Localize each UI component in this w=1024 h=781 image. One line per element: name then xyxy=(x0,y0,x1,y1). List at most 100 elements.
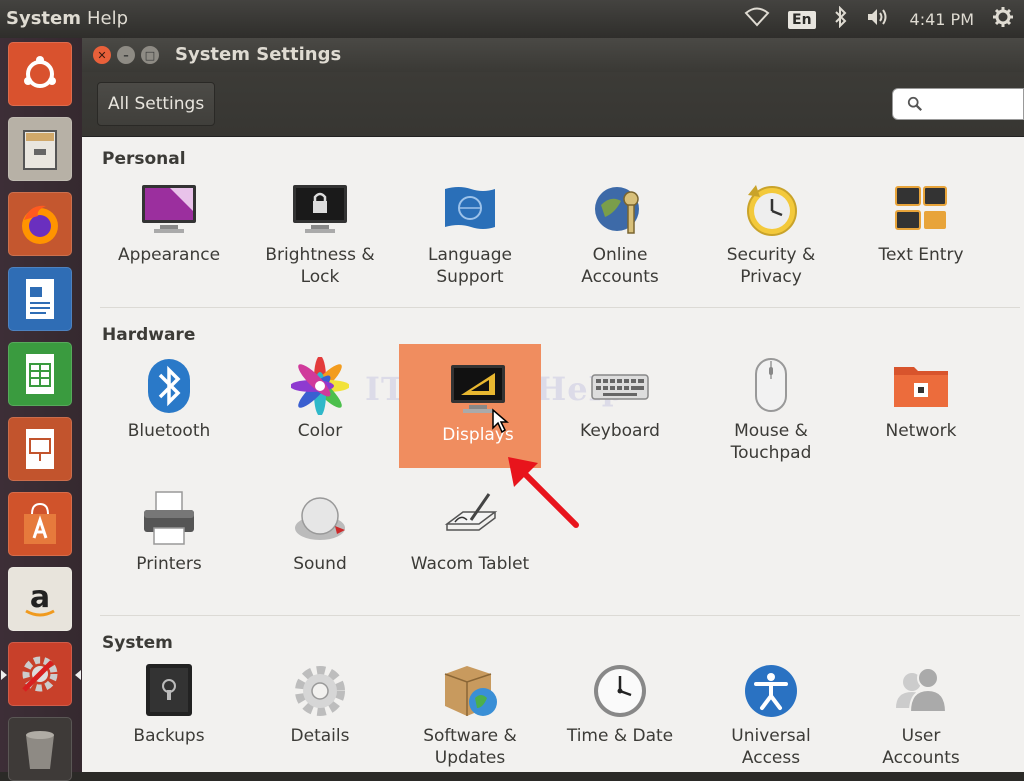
all-settings-button[interactable]: All Settings xyxy=(97,82,216,126)
item-label: Security & Privacy xyxy=(726,245,816,287)
gear-icon[interactable] xyxy=(992,6,1014,33)
ubuntu-logo-icon xyxy=(24,56,56,88)
firefox-icon xyxy=(22,205,58,244)
launcher-amazon-button[interactable]: a xyxy=(8,567,72,631)
volume-icon[interactable] xyxy=(866,7,892,32)
language-indicator[interactable]: En xyxy=(788,10,816,29)
presentation-icon xyxy=(26,429,54,469)
menu-help[interactable]: Help xyxy=(87,8,128,29)
item-time-date[interactable]: Time & Date xyxy=(545,661,695,781)
section-title-system: System xyxy=(102,633,173,653)
settings-wrench-icon xyxy=(22,656,58,692)
launcher-calc-button[interactable] xyxy=(8,342,72,406)
toolbar: All Settings xyxy=(82,72,1024,137)
item-bluetooth[interactable]: Bluetooth xyxy=(94,356,244,476)
launcher-system-settings-button[interactable] xyxy=(1,642,81,706)
app-menu: System Help xyxy=(6,8,128,29)
item-label: Appearance xyxy=(117,245,221,265)
section-title-hardware: Hardware xyxy=(102,325,196,345)
launcher-software-center-button[interactable] xyxy=(8,492,72,556)
launcher-writer-button[interactable] xyxy=(8,267,72,331)
section-title-personal: Personal xyxy=(102,149,186,169)
item-label: Keyboard xyxy=(580,421,660,441)
item-printers[interactable]: Printers xyxy=(94,489,244,609)
item-brightness-lock[interactable]: Brightness & Lock xyxy=(245,180,395,300)
item-software-updates[interactable]: Software & Updates xyxy=(395,661,545,781)
item-label: Brightness & Lock xyxy=(265,245,375,287)
item-label: Universal Access xyxy=(731,726,811,768)
keyboard-icon xyxy=(590,356,650,416)
item-label: Mouse & Touchpad xyxy=(730,421,812,463)
writer-document-icon xyxy=(26,279,54,319)
section-divider xyxy=(100,615,1020,616)
item-color[interactable]: Color xyxy=(245,356,395,476)
users-icon xyxy=(891,661,951,721)
spreadsheet-icon xyxy=(26,354,54,394)
online-accounts-icon xyxy=(590,180,650,240)
item-details[interactable]: Details xyxy=(245,661,395,781)
item-label: Language Support xyxy=(428,245,512,287)
maximize-icon: □ xyxy=(144,48,156,62)
minimize-icon: – xyxy=(123,48,129,62)
launcher-impress-button[interactable] xyxy=(8,417,72,481)
clock[interactable]: 4:41 PM xyxy=(910,10,974,29)
minimize-button[interactable]: – xyxy=(117,46,135,64)
item-label: Details xyxy=(290,726,350,746)
search-input[interactable] xyxy=(929,95,1023,113)
mouse-icon xyxy=(741,356,801,416)
search-box[interactable] xyxy=(892,88,1024,120)
wifi-icon[interactable] xyxy=(744,7,770,32)
settings-content: IT Blogs Help Personal Appearance Bright… xyxy=(82,137,1024,772)
item-universal-access[interactable]: Universal Access xyxy=(696,661,846,781)
item-label: Printers xyxy=(136,554,202,574)
svg-text:a: a xyxy=(30,580,50,615)
lock-icon xyxy=(290,180,350,240)
accessibility-icon xyxy=(741,661,801,721)
item-label: Backups xyxy=(133,726,205,746)
launcher-trash-button[interactable] xyxy=(8,717,72,781)
tablet-icon xyxy=(440,489,500,549)
close-button[interactable]: ✕ xyxy=(93,46,111,64)
network-icon xyxy=(891,356,951,416)
gear-icon xyxy=(290,661,350,721)
system-settings-window: ✕ – □ System Settings All Settings IT Bl… xyxy=(82,38,1024,772)
clock-icon xyxy=(590,661,650,721)
package-icon xyxy=(440,661,500,721)
appearance-icon xyxy=(139,180,199,240)
item-label: Online Accounts xyxy=(581,245,659,287)
item-label: Text Entry xyxy=(878,245,964,265)
bluetooth-icon[interactable] xyxy=(834,5,848,33)
item-label: Bluetooth xyxy=(127,421,211,441)
item-appearance[interactable]: Appearance xyxy=(94,180,244,300)
item-label: Wacom Tablet xyxy=(410,554,530,574)
item-backups[interactable]: Backups xyxy=(94,661,244,781)
item-network[interactable]: Network xyxy=(846,356,996,476)
item-label: Displays xyxy=(442,425,514,445)
maximize-button[interactable]: □ xyxy=(141,46,159,64)
trash-icon xyxy=(26,731,54,769)
item-sound[interactable]: Sound xyxy=(245,489,395,609)
security-icon xyxy=(741,180,801,240)
item-label: Sound xyxy=(293,554,347,574)
title-bar: ✕ – □ System Settings xyxy=(82,38,1024,72)
launcher: a xyxy=(0,38,82,781)
launcher-files-button[interactable] xyxy=(8,117,72,181)
item-label: User Accounts xyxy=(882,726,960,768)
item-language-support[interactable]: Language Support xyxy=(395,180,545,300)
amazon-icon: a xyxy=(25,580,55,617)
item-label: Time & Date xyxy=(566,726,674,746)
item-security-privacy[interactable]: Security & Privacy xyxy=(696,180,846,300)
launcher-firefox-button[interactable] xyxy=(8,192,72,256)
item-text-entry[interactable]: Text Entry xyxy=(846,180,996,300)
item-online-accounts[interactable]: Online Accounts xyxy=(545,180,695,300)
top-panel: System Help En 4:41 PM xyxy=(0,0,1024,38)
bluetooth-icon xyxy=(139,356,199,416)
item-mouse-touchpad[interactable]: Mouse & Touchpad xyxy=(696,356,846,476)
item-user-accounts[interactable]: User Accounts xyxy=(846,661,996,781)
window-title: System Settings xyxy=(175,44,342,65)
menu-system[interactable]: System xyxy=(6,8,81,29)
launcher-dash-button[interactable] xyxy=(8,42,72,106)
mouse-cursor-icon xyxy=(492,408,509,434)
color-icon xyxy=(290,356,350,416)
item-label: Color xyxy=(297,421,343,441)
